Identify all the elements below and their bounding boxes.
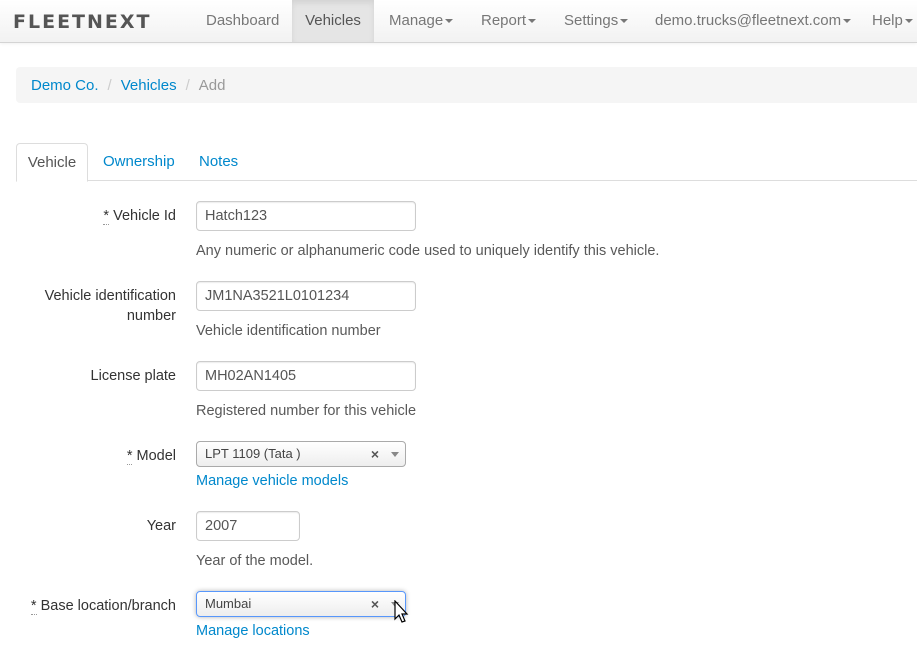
model-selected-value: LPT 1109 (Tata ) xyxy=(205,446,301,461)
chevron-down-icon xyxy=(445,19,454,24)
year-input[interactable]: 2007 xyxy=(196,511,300,541)
base-location-selected-value: Mumbai xyxy=(205,596,252,611)
required-marker: * xyxy=(103,208,110,225)
model-select[interactable]: LPT 1109 (Tata ) × xyxy=(196,441,406,467)
mouse-pointer-icon xyxy=(394,600,409,623)
tab-vehicle[interactable]: Vehicle xyxy=(16,143,88,182)
clear-icon[interactable]: × xyxy=(371,592,379,616)
top-navbar: FLEETNEXT Dashboard Vehicles Manage Repo… xyxy=(0,0,917,43)
chevron-down-icon xyxy=(620,19,629,24)
nav-vehicles[interactable]: Vehicles xyxy=(292,0,374,42)
base-location-label: * Base location/branch xyxy=(30,598,176,615)
nav-user-account[interactable]: demo.trucks@fleetnext.com xyxy=(655,0,852,42)
vehicle-id-help: Any numeric or alphanumeric code used to… xyxy=(196,243,660,259)
breadcrumb-link-vehicles[interactable]: Vehicles xyxy=(121,77,177,94)
nav-dashboard[interactable]: Dashboard xyxy=(191,0,294,42)
manage-vehicle-models-link[interactable]: Manage vehicle models xyxy=(196,473,348,489)
brand-logo[interactable]: FLEETNEXT xyxy=(13,8,152,36)
brand-text: FLEETNEXT xyxy=(13,11,152,33)
license-plate-help: Registered number for this vehicle xyxy=(196,403,417,419)
tab-ownership[interactable]: Ownership xyxy=(103,143,175,181)
breadcrumb-current: Add xyxy=(198,76,226,94)
nav-help[interactable]: Help xyxy=(872,0,913,42)
breadcrumb-separator: / xyxy=(185,76,190,94)
manage-locations-link[interactable]: Manage locations xyxy=(196,623,310,639)
required-marker: * xyxy=(30,598,37,615)
clear-icon[interactable]: × xyxy=(371,442,379,466)
vin-help: Vehicle identification number xyxy=(196,323,381,339)
year-label: Year xyxy=(146,518,176,534)
form-tabs: Vehicle Ownership Notes xyxy=(16,143,917,182)
tab-notes[interactable]: Notes xyxy=(199,143,238,181)
breadcrumb-link-company[interactable]: Demo Co. xyxy=(31,77,99,94)
vehicle-id-input[interactable]: Hatch123 xyxy=(196,201,416,231)
chevron-down-icon xyxy=(904,19,913,24)
vin-label: Vehicle identification number xyxy=(44,288,176,324)
license-plate-input[interactable]: MH02AN1405 xyxy=(196,361,416,391)
required-marker: * xyxy=(126,448,133,465)
chevron-down-icon xyxy=(843,19,852,24)
license-plate-label: License plate xyxy=(90,368,176,384)
chevron-down-icon[interactable] xyxy=(391,452,399,457)
nav-settings[interactable]: Settings xyxy=(564,0,629,42)
chevron-down-icon xyxy=(528,19,537,24)
nav-report[interactable]: Report xyxy=(481,0,537,42)
model-label: * Model xyxy=(126,448,176,465)
breadcrumb-separator: / xyxy=(107,76,112,94)
vin-input[interactable]: JM1NA3521L0101234 xyxy=(196,281,416,311)
breadcrumb: Demo Co. / Vehicles / Add xyxy=(16,67,917,103)
base-location-select[interactable]: Mumbai × xyxy=(196,591,406,617)
vehicle-id-label: * Vehicle Id xyxy=(103,208,176,225)
nav-manage[interactable]: Manage xyxy=(389,0,454,42)
year-help: Year of the model. xyxy=(196,553,314,569)
